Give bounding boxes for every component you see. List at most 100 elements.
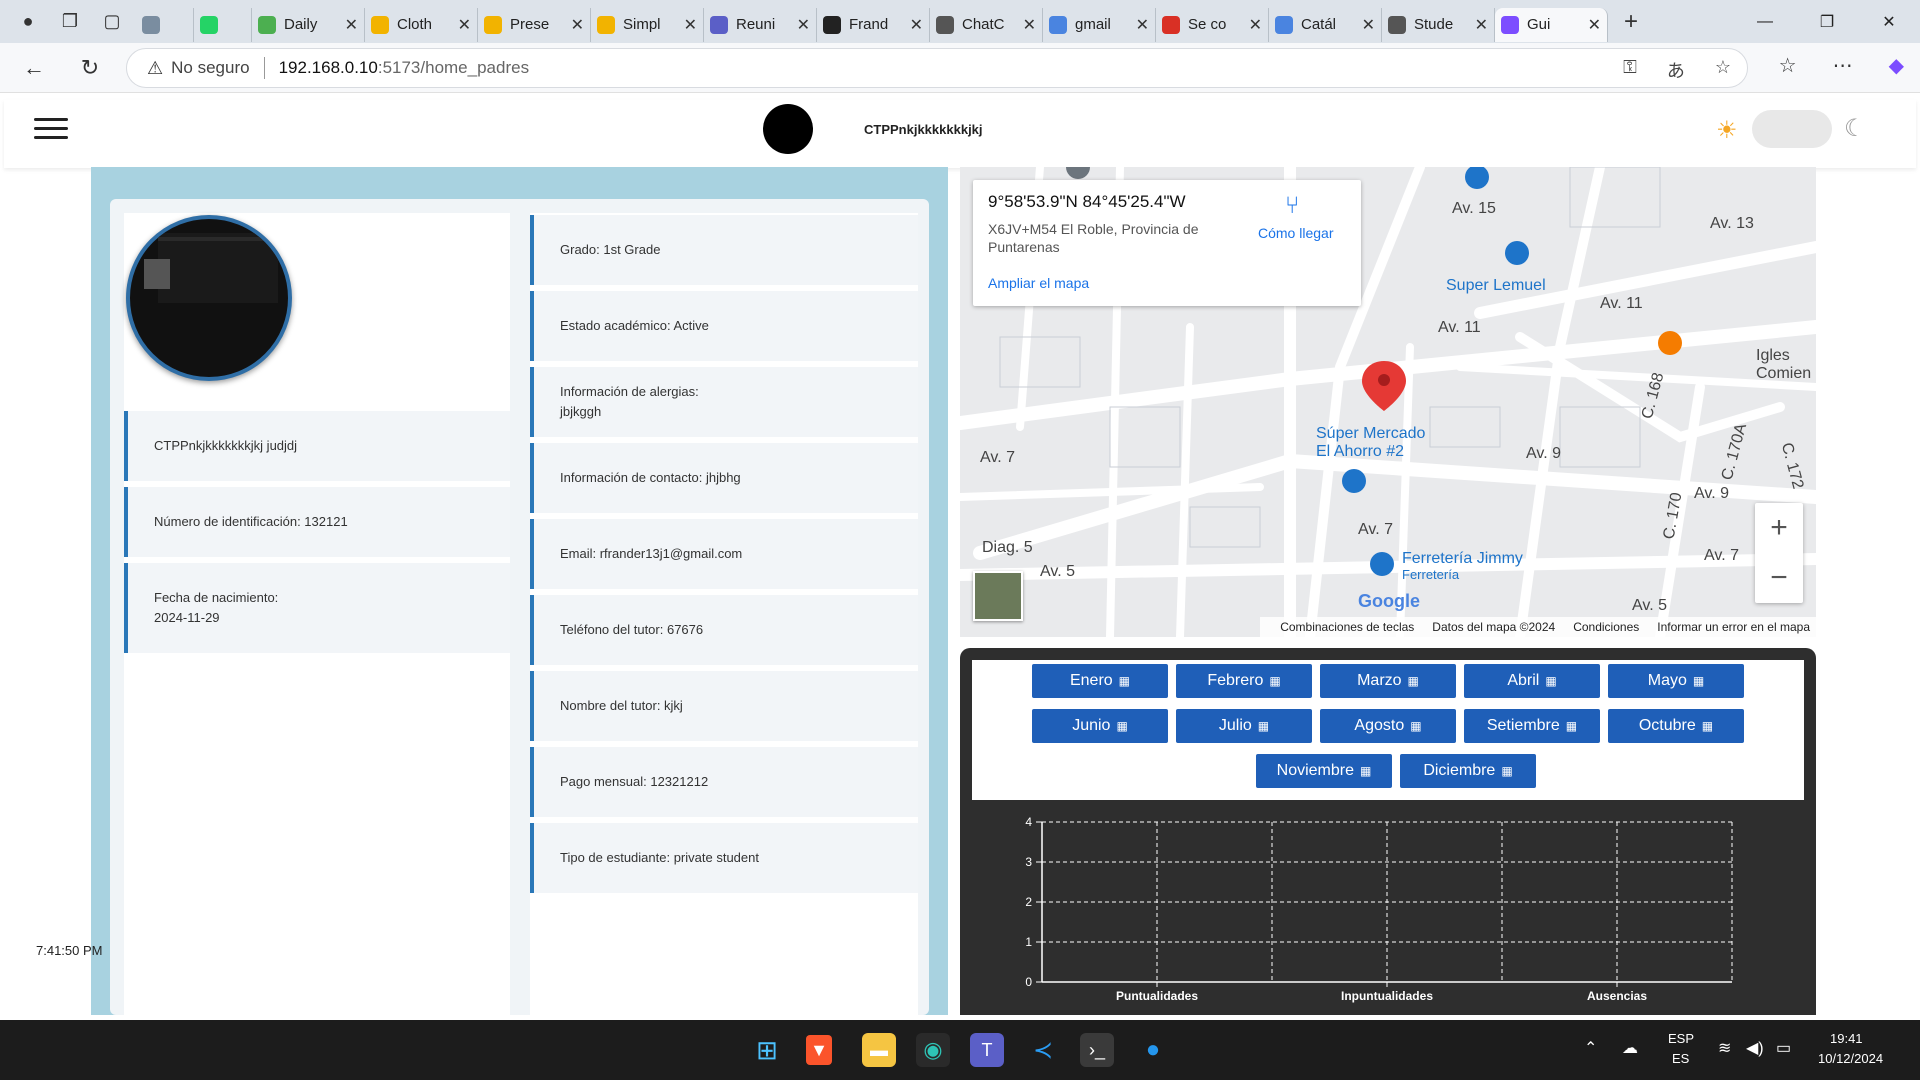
close-window-button[interactable]: ✕: [1858, 0, 1920, 43]
lang-bottom[interactable]: ES: [1672, 1051, 1689, 1066]
tab-title: gmail: [1075, 16, 1111, 33]
map-footer-link[interactable]: Datos del mapa ©2024: [1432, 620, 1555, 634]
theme-toggle[interactable]: [1752, 110, 1832, 148]
edge-icon[interactable]: ◉: [916, 1033, 950, 1067]
month-button[interactable]: Marzo ▦: [1320, 664, 1456, 698]
tab-close-icon[interactable]: ✕: [910, 15, 923, 35]
lang-top[interactable]: ESP: [1668, 1031, 1694, 1046]
browser-tab[interactable]: [194, 7, 252, 42]
month-button[interactable]: Mayo ▦: [1608, 664, 1744, 698]
satellite-toggle[interactable]: [973, 571, 1023, 621]
maximize-button[interactable]: ❐: [1796, 0, 1858, 43]
file-explorer-icon[interactable]: ▬: [862, 1033, 896, 1067]
enlarge-map-link[interactable]: Ampliar el mapa: [988, 275, 1089, 291]
attendance-chart: 0 1 2 3 4 Puntualidades Inpuntualidades Ausenci…: [1025, 815, 1733, 1003]
battery-icon[interactable]: ▭: [1776, 1038, 1791, 1058]
taskbar-time[interactable]: 19:41: [1830, 1031, 1863, 1046]
month-label: Agosto: [1354, 717, 1405, 734]
tab-close-icon[interactable]: ✕: [797, 15, 810, 35]
month-button[interactable]: Julio ▦: [1176, 709, 1312, 743]
tab-close-icon[interactable]: ✕: [345, 15, 358, 35]
profile-icon[interactable]: ●: [14, 8, 42, 36]
read-aloud-icon[interactable]: あ: [1667, 57, 1685, 83]
tab-favicon-icon: [823, 15, 841, 34]
browser-tab[interactable]: Gui ✕: [1495, 7, 1608, 42]
teams-icon[interactable]: T: [970, 1033, 1004, 1067]
map-footer: Combinaciones de teclas Datos del mapa ©2…: [1260, 617, 1816, 637]
tab-close-icon[interactable]: ✕: [571, 15, 584, 35]
minimize-button[interactable]: —: [1734, 0, 1796, 43]
start-icon[interactable]: ⊞: [750, 1033, 784, 1067]
browser-tab[interactable]: Simpl ✕: [591, 7, 704, 42]
tab-actions-icon[interactable]: ▢: [98, 8, 126, 36]
month-button[interactable]: Agosto ▦: [1320, 709, 1456, 743]
month-button[interactable]: Noviembre ▦: [1256, 754, 1392, 788]
map-embed[interactable]: Av. 15 Av. 13 Super Lemuel Av. 11 Av. 11…: [960, 167, 1816, 637]
back-button[interactable]: ←: [16, 50, 52, 86]
menu-icon[interactable]: [34, 118, 68, 144]
reload-button[interactable]: ↻: [72, 50, 108, 86]
tab-close-icon[interactable]: ✕: [1023, 15, 1036, 35]
tab-close-icon[interactable]: ✕: [1362, 15, 1375, 35]
browser-tab[interactable]: Frand ✕: [817, 7, 930, 42]
month-button[interactable]: Junio ▦: [1032, 709, 1168, 743]
map-footer-link[interactable]: Combinaciones de teclas: [1280, 620, 1414, 634]
tab-close-icon[interactable]: ✕: [684, 15, 697, 35]
browser-tab[interactable]: Daily ✕: [252, 7, 365, 42]
browser-tab[interactable]: Catál ✕: [1269, 7, 1382, 42]
taskbar-date[interactable]: 10/12/2024: [1818, 1051, 1883, 1066]
new-tab-button[interactable]: +: [1624, 8, 1638, 36]
browser-tab[interactable]: Cloth ✕: [365, 7, 478, 42]
map-footer-link[interactable]: Informar un error en el mapa: [1657, 620, 1810, 634]
browser-tab[interactable]: Reuni ✕: [704, 7, 817, 42]
docker-icon[interactable]: ●: [1136, 1033, 1170, 1067]
profile-right-column: Grado: 1st Grade Estado académico: Active…: [530, 213, 918, 1015]
vscode-icon[interactable]: ≺: [1026, 1033, 1060, 1067]
brave-icon[interactable]: ▼: [806, 1035, 832, 1065]
tab-close-icon[interactable]: ✕: [1588, 15, 1601, 35]
browser-tab[interactable]: ChatC ✕: [930, 7, 1043, 42]
month-button[interactable]: Febrero ▦: [1176, 664, 1312, 698]
student-photo: [126, 215, 292, 381]
tab-favicon-icon: [710, 15, 728, 34]
browser-tab[interactable]: [136, 7, 194, 42]
chart-y-tick-label: 4: [1025, 815, 1032, 829]
copilot-icon[interactable]: ◆: [1889, 53, 1904, 78]
key-icon[interactable]: ⚿: [1623, 57, 1637, 83]
onedrive-icon[interactable]: ☁: [1622, 1038, 1638, 1058]
month-button[interactable]: Abril ▦: [1464, 664, 1600, 698]
month-button[interactable]: Setiembre ▦: [1464, 709, 1600, 743]
more-options-icon[interactable]: ⋯: [1833, 53, 1853, 78]
directions-icon[interactable]: ⑂: [1285, 192, 1299, 220]
month-button[interactable]: Enero ▦: [1032, 664, 1168, 698]
favorite-star-icon[interactable]: ☆: [1715, 57, 1731, 83]
url-input[interactable]: ⚠ No seguro 192.168.0.10 :5173/home_padr…: [126, 48, 1748, 88]
profile-info-item: Información de alergias: jbjkggh: [530, 367, 918, 437]
tab-list: Daily ✕ Cloth ✕ Prese ✕ Simpl ✕ Reuni ✕ Frand ✕ Chat…: [136, 2, 1608, 42]
browser-tab[interactable]: Se co ✕: [1156, 7, 1269, 42]
tab-title: Stude: [1414, 16, 1454, 33]
terminal-icon[interactable]: ›_: [1080, 1033, 1114, 1067]
zoom-in-button[interactable]: +: [1755, 503, 1803, 553]
profile-info-item: Pago mensual: 12321212: [530, 747, 918, 817]
tab-close-icon[interactable]: ✕: [1136, 15, 1149, 35]
favorites-icon[interactable]: ☆: [1779, 53, 1797, 78]
month-button[interactable]: Diciembre ▦: [1400, 754, 1536, 788]
wifi-icon[interactable]: ≋: [1718, 1038, 1731, 1058]
workspaces-icon[interactable]: ❐: [56, 8, 84, 36]
tab-close-icon[interactable]: ✕: [1475, 15, 1488, 35]
profile-info-item: Información de contacto: jhjbhg: [530, 443, 918, 513]
tray-chevron-icon[interactable]: ⌃: [1584, 1038, 1597, 1058]
browser-tab[interactable]: Stude ✕: [1382, 7, 1495, 42]
tab-close-icon[interactable]: ✕: [458, 15, 471, 35]
map-footer-link[interactable]: Condiciones: [1573, 620, 1639, 634]
month-button[interactable]: Octubre ▦: [1608, 709, 1744, 743]
tab-close-icon[interactable]: ✕: [1249, 15, 1262, 35]
zoom-out-button[interactable]: −: [1755, 553, 1803, 603]
directions-link[interactable]: Cómo llegar: [1258, 225, 1333, 241]
browser-tab[interactable]: gmail ✕: [1043, 7, 1156, 42]
calendar-icon: ▦: [1257, 719, 1270, 733]
map-label-super-ahorro: Súper Mercado El Ahorro #2: [1316, 425, 1426, 460]
volume-icon[interactable]: ◀): [1746, 1038, 1764, 1058]
browser-tab[interactable]: Prese ✕: [478, 7, 591, 42]
